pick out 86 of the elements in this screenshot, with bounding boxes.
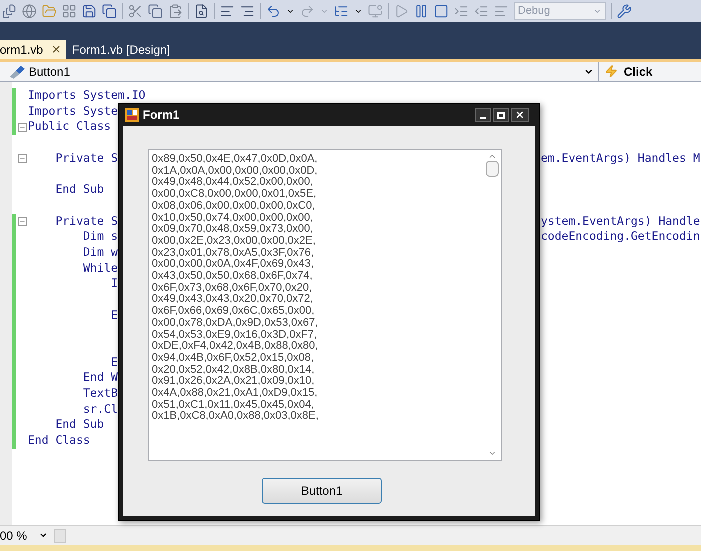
- code-text: E: [110, 354, 118, 369]
- code-text: End Sub: [54, 182, 104, 196]
- text-line: 0x94,0x4B,0x6F,0x52,0x15,0x08,: [152, 352, 316, 365]
- code-text: sr.Cl: [82, 402, 118, 416]
- scroll-down-icon[interactable]: [488, 449, 497, 458]
- text-box[interactable]: [148, 149, 502, 461]
- step-out-icon[interactable]: [494, 4, 509, 18]
- code-text: While: [82, 260, 118, 275]
- editor-tab[interactable]: Form1.vb [Design]: [70, 40, 174, 59]
- code-text: Imports Syste: [28, 104, 118, 118]
- text-line: 0x09,0x70,0x48,0x59,0x73,0x00,: [152, 224, 314, 236]
- grid-icon[interactable]: [62, 4, 77, 18]
- text-line: 0x49,0x43,0x43,0x20,0x70,0x72,: [152, 294, 314, 306]
- step-into-icon[interactable]: [454, 4, 469, 18]
- text-line: 0x10,0x50,0x74,0x00,0x00,0x00,: [152, 212, 314, 224]
- text-line: 0x43,0x50,0x50,0x68,0x6F,0x74,: [152, 271, 314, 283]
- save-all-icon[interactable]: [102, 4, 117, 18]
- code-text: Private S: [54, 214, 118, 228]
- code-text: Imports System.IO: [28, 88, 146, 102]
- scroll-up-icon[interactable]: [488, 152, 497, 161]
- maximize-button[interactable]: [493, 108, 509, 122]
- code-text: Dim w: [82, 244, 118, 259]
- text-line: 0x1B,0xC8,0xA0,0x88,0x03,0x8E,: [152, 411, 320, 424]
- pause-icon[interactable]: [414, 4, 429, 18]
- text-line: 0x6F,0x73,0x68,0x6F,0x70,0x20,: [152, 282, 314, 294]
- cut-icon[interactable]: [128, 4, 143, 18]
- text-line: 0x23,0x01,0x78,0xA5,0x3F,0x76,: [152, 248, 316, 259]
- scrollbar[interactable]: [54, 528, 66, 542]
- navigate-icon[interactable]: [334, 4, 349, 18]
- scroll-thumb[interactable]: [486, 161, 499, 177]
- find-icon[interactable]: [194, 4, 209, 18]
- text-line: 0x91,0x26,0x2A,0x21,0x09,0x10,: [152, 376, 316, 388]
- close-button[interactable]: [511, 108, 529, 122]
- text-line: 0x00,0x2E,0x23,0x00,0x00,0x2E,: [152, 236, 317, 248]
- control-icon: [8, 64, 26, 78]
- comment-icon[interactable]: [220, 4, 235, 18]
- step-over-icon[interactable]: [474, 4, 489, 18]
- text-line: 0x4A,0x88,0x21,0xA1,0xD9,0x15,: [152, 388, 319, 400]
- tool-icon[interactable]: [617, 4, 632, 18]
- code-text: Private S: [54, 150, 118, 165]
- code-text: Public Class: [28, 119, 112, 134]
- code-text: em.EventArgs) Handles M: [541, 150, 700, 165]
- code-text: I: [110, 276, 118, 290]
- text-line: 0x00,0x00,0x0A,0x4F,0x69,0x43,: [152, 259, 316, 271]
- text-line: 0x08,0x06,0x00,0x00,0x00,0xC0,: [152, 200, 316, 213]
- object-dropdown[interactable]: Button1: [0, 62, 599, 81]
- code-text: Dim s: [82, 229, 118, 244]
- code-text: End Class: [28, 433, 90, 448]
- copy-icon[interactable]: [148, 4, 163, 18]
- text-line: 0x51,0xC1,0x11,0x45,0x45,0x04,: [152, 400, 316, 411]
- code-text: End Sub: [54, 417, 104, 432]
- text-line: 0x54,0x53,0xE9,0x16,0x3D,0xF7,: [152, 330, 318, 341]
- code-text: End W: [82, 370, 118, 384]
- new-project-icon[interactable]: [2, 4, 17, 18]
- code-text: E: [110, 308, 118, 322]
- code-text: codeEncoding.GetEncodin: [541, 229, 700, 244]
- text-line: 0x49,0x48,0x44,0x52,0x00,0x00,: [152, 177, 314, 189]
- uncomment-icon[interactable]: [240, 4, 255, 18]
- text-line: 0x89,0x50,0x4E,0x47,0x0D,0x0A,: [152, 154, 319, 166]
- form-button[interactable]: Button1: [262, 478, 382, 504]
- stop-icon[interactable]: [434, 4, 449, 18]
- text-line: 0x1A,0x0A,0x00,0x00,0x00,0x0D,: [152, 166, 319, 177]
- code-text: ystem.EventArgs) Handle: [541, 214, 700, 228]
- collapse-icon[interactable]: [18, 154, 26, 164]
- event-dropdown[interactable]: Click: [599, 62, 701, 81]
- event-icon: [605, 65, 618, 78]
- text-line: 0xDE,0xF4,0x42,0x4B,0x88,0x80,: [152, 341, 320, 353]
- save-icon[interactable]: [82, 4, 97, 18]
- paste-icon[interactable]: [168, 4, 183, 18]
- text-line: 0x6F,0x66,0x69,0x6C,0x65,0x00,: [152, 306, 316, 318]
- collapse-icon[interactable]: [18, 122, 26, 132]
- form-icon: [125, 108, 139, 122]
- close-icon: [515, 110, 525, 120]
- minimize-button[interactable]: [475, 108, 491, 122]
- text-line: 0x20,0x52,0x42,0x8B,0x80,0x14,: [152, 364, 316, 376]
- text-line: 0x00,0x78,0xDA,0x9D,0x53,0x67,: [152, 318, 320, 330]
- text-line: 0x00,0xC8,0x00,0x00,0x01,0x5E,: [152, 189, 318, 201]
- collapse-icon[interactable]: [18, 216, 26, 226]
- editor-tab[interactable]: orm1.vb: [0, 40, 66, 59]
- caret-icon[interactable]: [39, 531, 48, 540]
- window-title: Form1: [143, 107, 181, 124]
- close-icon[interactable]: [51, 44, 62, 55]
- code-text: TextB: [82, 386, 118, 400]
- zoom-dropdown[interactable]: 00 %: [0, 526, 48, 544]
- undo-icon[interactable]: [266, 4, 281, 18]
- globe-icon[interactable]: [22, 4, 37, 18]
